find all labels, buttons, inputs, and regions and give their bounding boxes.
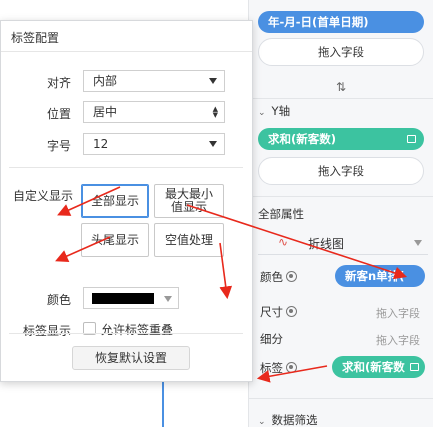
color-picker[interactable]	[83, 287, 179, 309]
divider	[248, 398, 433, 399]
chevron-down-icon	[209, 78, 217, 84]
size-prop-row: 尺寸	[260, 304, 297, 320]
color-prop-row: 颜色	[260, 269, 297, 285]
line-chart-icon: ∿	[278, 235, 289, 249]
swap-axes-icon[interactable]: ⇅	[336, 80, 346, 94]
detail-drop-zone[interactable]: 拖入字段	[376, 332, 420, 348]
color-field-pill[interactable]: 新客n单排(	[335, 265, 425, 287]
dialog-divider	[9, 167, 243, 168]
dialog-divider	[1, 51, 252, 52]
chevron-down-icon	[164, 296, 172, 302]
field-menu-icon[interactable]	[407, 135, 416, 143]
y-axis-field-pill[interactable]: 求和(新客数)	[258, 128, 424, 150]
label-config-dialog: 标签配置 对齐 内部 位置 居中 ▲ ▼ 字号 12 自定义显示 全部显示 最大最…	[0, 20, 253, 382]
position-select[interactable]: 居中 ▲ ▼	[83, 101, 225, 123]
chevron-down-icon	[209, 141, 217, 147]
custom-display-label: 自定义显示	[12, 189, 73, 203]
label-field-pill[interactable]: 求和(新客数	[332, 356, 425, 378]
y-axis-section-header[interactable]: ⌄ Y轴	[258, 103, 290, 119]
detail-prop-row: 细分	[260, 332, 283, 346]
divider	[248, 196, 433, 197]
label-display-label: 标签显示	[22, 324, 71, 338]
show-all-button[interactable]: 全部显示	[81, 184, 149, 218]
data-filter-section-header[interactable]: ⌄ 数据筛选	[258, 412, 318, 427]
reset-defaults-button[interactable]: 恢复默认设置	[72, 346, 190, 370]
dialog-title: 标签配置	[11, 31, 60, 45]
y-axis-drop-zone[interactable]: 拖入字段	[258, 157, 424, 185]
stepper-icon[interactable]: ▲ ▼	[213, 106, 218, 119]
size-drop-zone[interactable]: 拖入字段	[376, 305, 420, 321]
dialog-divider	[9, 333, 243, 334]
font-size-select[interactable]: 12	[83, 133, 225, 155]
color-swatch	[92, 293, 154, 304]
x-axis-field-pill[interactable]: 年-月-日(首单日期)	[258, 11, 424, 33]
head-tail-button[interactable]: 头尾显示	[81, 223, 149, 257]
x-axis-drop-zone[interactable]: 拖入字段	[258, 38, 424, 66]
chart-type-select[interactable]: ∿ 折线图	[258, 229, 428, 255]
divider	[248, 98, 433, 99]
chevron-down-icon	[414, 240, 422, 246]
gear-icon[interactable]	[286, 271, 297, 282]
font-size-label: 字号	[46, 139, 71, 153]
label-prop-row: 标签	[260, 360, 297, 376]
color-label: 颜色	[46, 293, 71, 307]
position-label: 位置	[46, 107, 71, 121]
gear-icon[interactable]	[286, 362, 297, 373]
field-menu-icon[interactable]	[410, 363, 419, 371]
allow-overlap-text: 允许标签重叠	[101, 323, 174, 337]
align-label: 对齐	[46, 76, 71, 90]
null-handling-button[interactable]: 空值处理	[154, 223, 224, 257]
chevron-down-icon: ⌄	[258, 108, 266, 118]
align-select[interactable]: 内部	[83, 70, 225, 92]
global-properties-header: 全部属性	[258, 207, 304, 221]
chevron-down-icon: ⌄	[258, 417, 266, 427]
max-min-button[interactable]: 最大最小 值显示	[154, 184, 224, 218]
chart-cursor-line	[162, 378, 164, 427]
gear-icon[interactable]	[286, 306, 297, 317]
